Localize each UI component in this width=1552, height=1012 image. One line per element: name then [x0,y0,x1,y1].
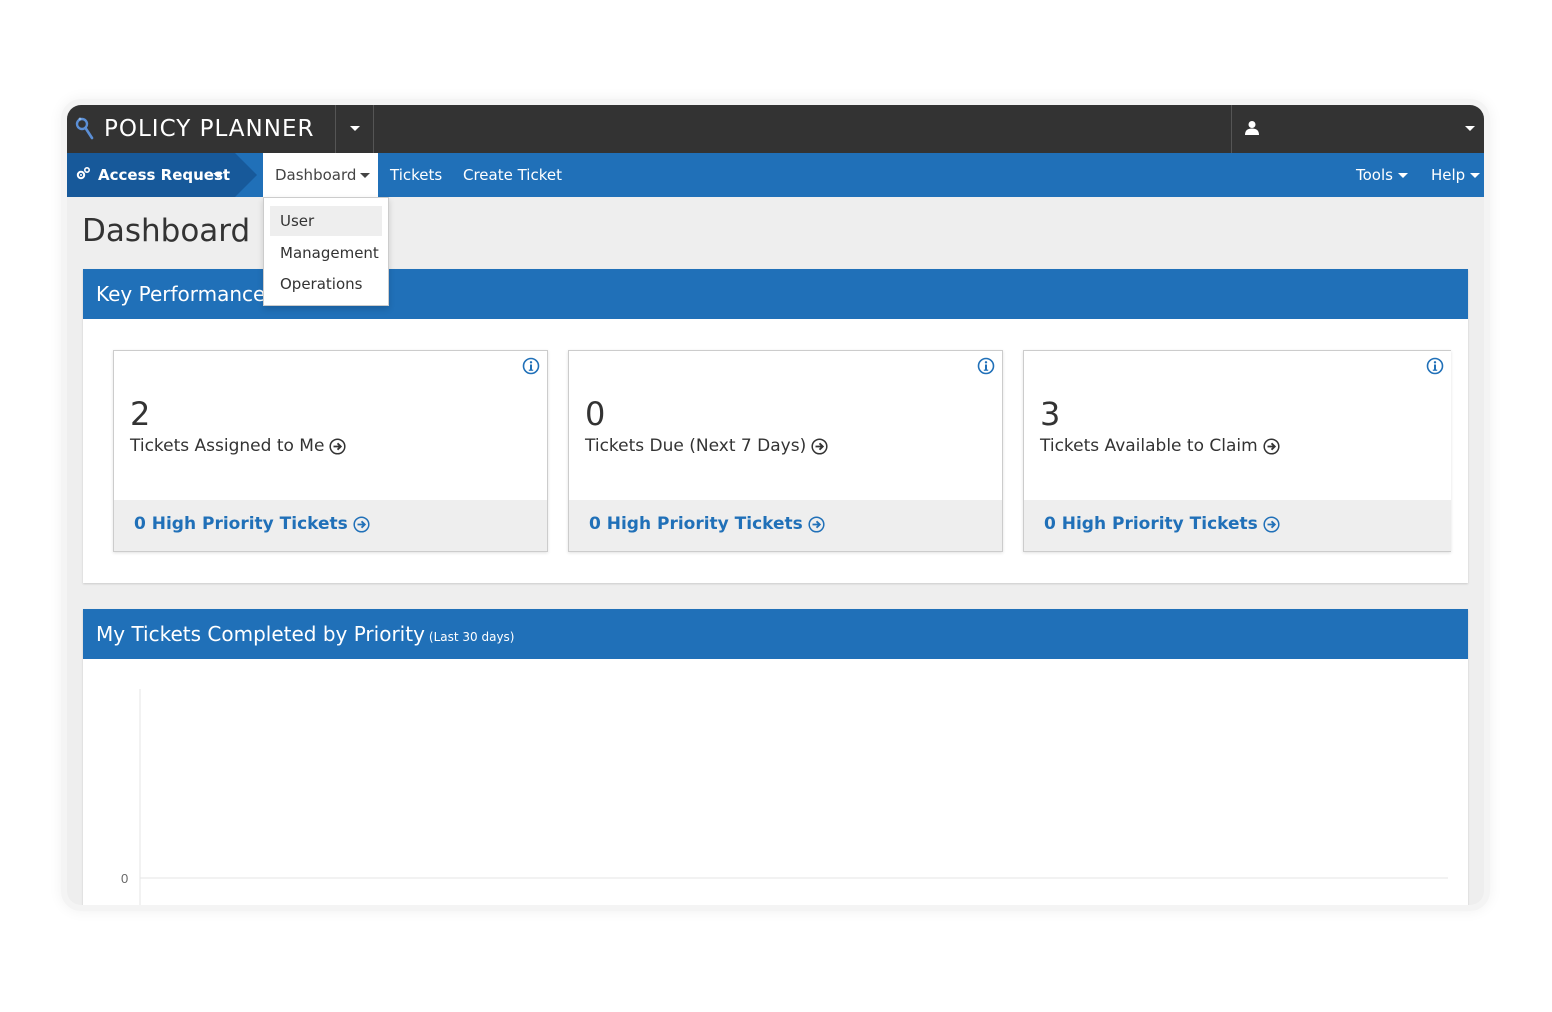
nav-dashboard-label: Dashboard [275,166,357,184]
kpi-label-link[interactable]: Tickets Available to Claim [1040,436,1280,456]
top-bar: POLICY PLANNER [67,105,1484,153]
high-priority-label: 0 High Priority Tickets [134,514,348,534]
dropdown-item-user[interactable]: User [270,206,382,236]
nav-dashboard[interactable]: Dashboard [263,153,378,197]
high-priority-label: 0 High Priority Tickets [1044,514,1258,534]
module-selector[interactable]: Access Request [67,153,235,197]
kpi-label-link[interactable]: Tickets Assigned to Me [130,436,346,456]
priority-chart: 0 [121,689,1448,905]
user-menu[interactable] [1231,105,1484,153]
y-tick-label: 0 [121,871,128,886]
page-title: Dashboard | [82,213,271,249]
kpi-label: Tickets Due (Next 7 Days) [585,436,807,456]
arrow-circle-right-icon [1263,515,1280,533]
kpi-label-link[interactable]: Tickets Due (Next 7 Days) [585,436,828,456]
info-icon[interactable] [1426,357,1444,375]
kpi-label: Tickets Assigned to Me [130,436,325,456]
kpi-value: 3 [1040,395,1061,433]
policy-planner-logo-icon [75,117,94,140]
high-priority-label: 0 High Priority Tickets [589,514,803,534]
chart-panel-subtitle: (Last 30 days) [428,630,515,644]
nav-tools-label: Tools [1356,166,1393,184]
nav-help[interactable]: Help [1431,153,1481,197]
high-priority-link[interactable]: 0 High Priority Tickets [589,514,825,534]
app-window: POLICY PLANNER Access Request Dashboard … [67,105,1484,905]
chart-panel: My Tickets Completed by Priority (Last 30… [83,609,1468,905]
app-switcher-button[interactable] [335,105,374,153]
brand-title: POLICY PLANNER [104,116,315,142]
kpi-value: 0 [585,395,606,433]
high-priority-link[interactable]: 0 High Priority Tickets [1044,514,1280,534]
arrow-circle-right-icon [353,515,370,533]
chevron-down-icon [360,173,371,178]
module-label: Access Request [98,166,231,184]
chart-panel-title: My Tickets Completed by Priority [96,622,425,646]
dropdown-item-management[interactable]: Management [270,238,382,268]
kpi-card-assigned: 2 Tickets Assigned to Me 0 High Priority… [113,350,548,552]
kpi-label: Tickets Available to Claim [1040,436,1258,456]
user-icon [1245,121,1259,135]
kpi-panel: Key Performance I 2 Tickets Assigned to … [83,269,1468,583]
arrow-circle-right-icon [329,437,346,455]
breadcrumb-arrow [235,153,257,197]
nav-tickets[interactable]: Tickets [390,153,442,197]
arrow-circle-right-icon [808,515,825,533]
dropdown-item-operations[interactable]: Operations [270,269,382,299]
nav-tools[interactable]: Tools [1356,153,1408,197]
nav-help-label: Help [1431,166,1466,184]
high-priority-link[interactable]: 0 High Priority Tickets [134,514,370,534]
info-icon[interactable] [977,357,995,375]
chevron-down-icon [1397,173,1408,178]
arrow-circle-right-icon [811,437,828,455]
kpi-value: 2 [130,395,151,433]
brand[interactable]: POLICY PLANNER [67,105,335,153]
chevron-down-icon [213,173,223,178]
kpi-footer: 0 High Priority Tickets [569,500,1002,551]
chevron-down-icon [1470,173,1481,178]
kpi-footer: 0 High Priority Tickets [114,500,547,551]
kpi-card-due: 0 Tickets Due (Next 7 Days) 0 High Prior… [568,350,1003,552]
kpi-card-claim: 3 Tickets Available to Claim 0 High Prio… [1023,350,1451,552]
dashboard-dropdown-menu: User Management Operations [263,197,389,306]
nav-create-ticket[interactable]: Create Ticket [463,153,562,197]
chevron-down-icon [350,126,360,131]
info-icon[interactable] [522,357,540,375]
kpi-footer: 0 High Priority Tickets [1024,500,1451,551]
gears-icon [76,166,91,180]
chart-panel-header: My Tickets Completed by Priority (Last 30… [83,609,1468,659]
chevron-down-icon [1465,126,1475,131]
arrow-circle-right-icon [1263,437,1280,455]
nav-bar: Access Request Dashboard Tickets Create … [67,153,1484,197]
